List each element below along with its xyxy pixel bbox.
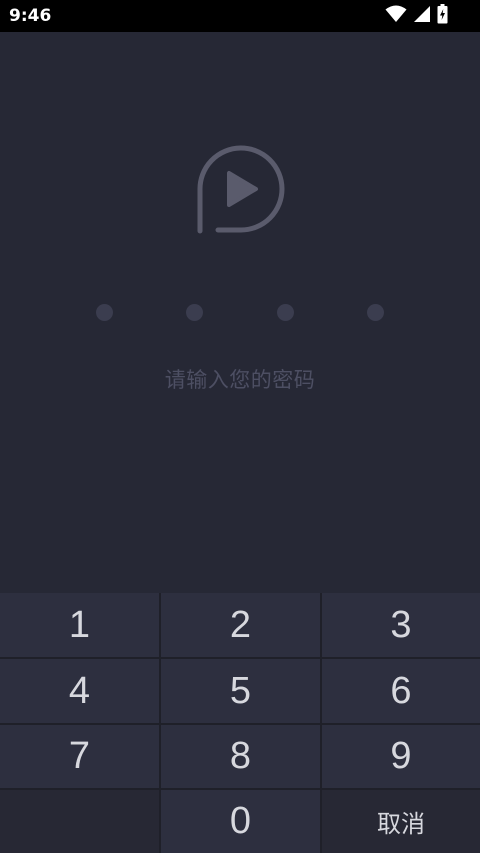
password-prompt: 请输入您的密码 [164,368,316,392]
key-blank [0,790,159,853]
status-icons [385,4,448,28]
key-8[interactable]: 8 [161,725,320,788]
pin-dot [277,304,294,321]
key-6[interactable]: 6 [322,659,480,723]
key-5[interactable]: 5 [161,659,320,723]
pin-dot [96,304,113,321]
cancel-button[interactable]: 取消 [322,790,480,853]
key-7[interactable]: 7 [0,725,159,788]
key-2[interactable]: 2 [161,593,320,657]
key-1[interactable]: 1 [0,593,159,657]
status-time: 9:46 [9,6,52,26]
key-0[interactable]: 0 [161,790,320,853]
key-9[interactable]: 9 [322,725,480,788]
pin-indicator [0,302,480,322]
play-p-logo-icon [192,142,288,238]
pin-dot [186,304,203,321]
battery-charging-icon [437,4,448,28]
numeric-keypad: 1 2 3 4 5 6 7 8 9 0 取消 [0,593,480,853]
key-3[interactable]: 3 [322,593,480,657]
key-4[interactable]: 4 [0,659,159,723]
wifi-icon [385,5,407,27]
pin-lock-screen: 9:46 请输入您的密码 1 2 3 4 5 6 7 8 9 0 取消 [0,0,480,853]
status-bar: 9:46 [0,0,480,32]
pin-dot [367,304,384,321]
cellular-signal-icon [413,5,431,27]
